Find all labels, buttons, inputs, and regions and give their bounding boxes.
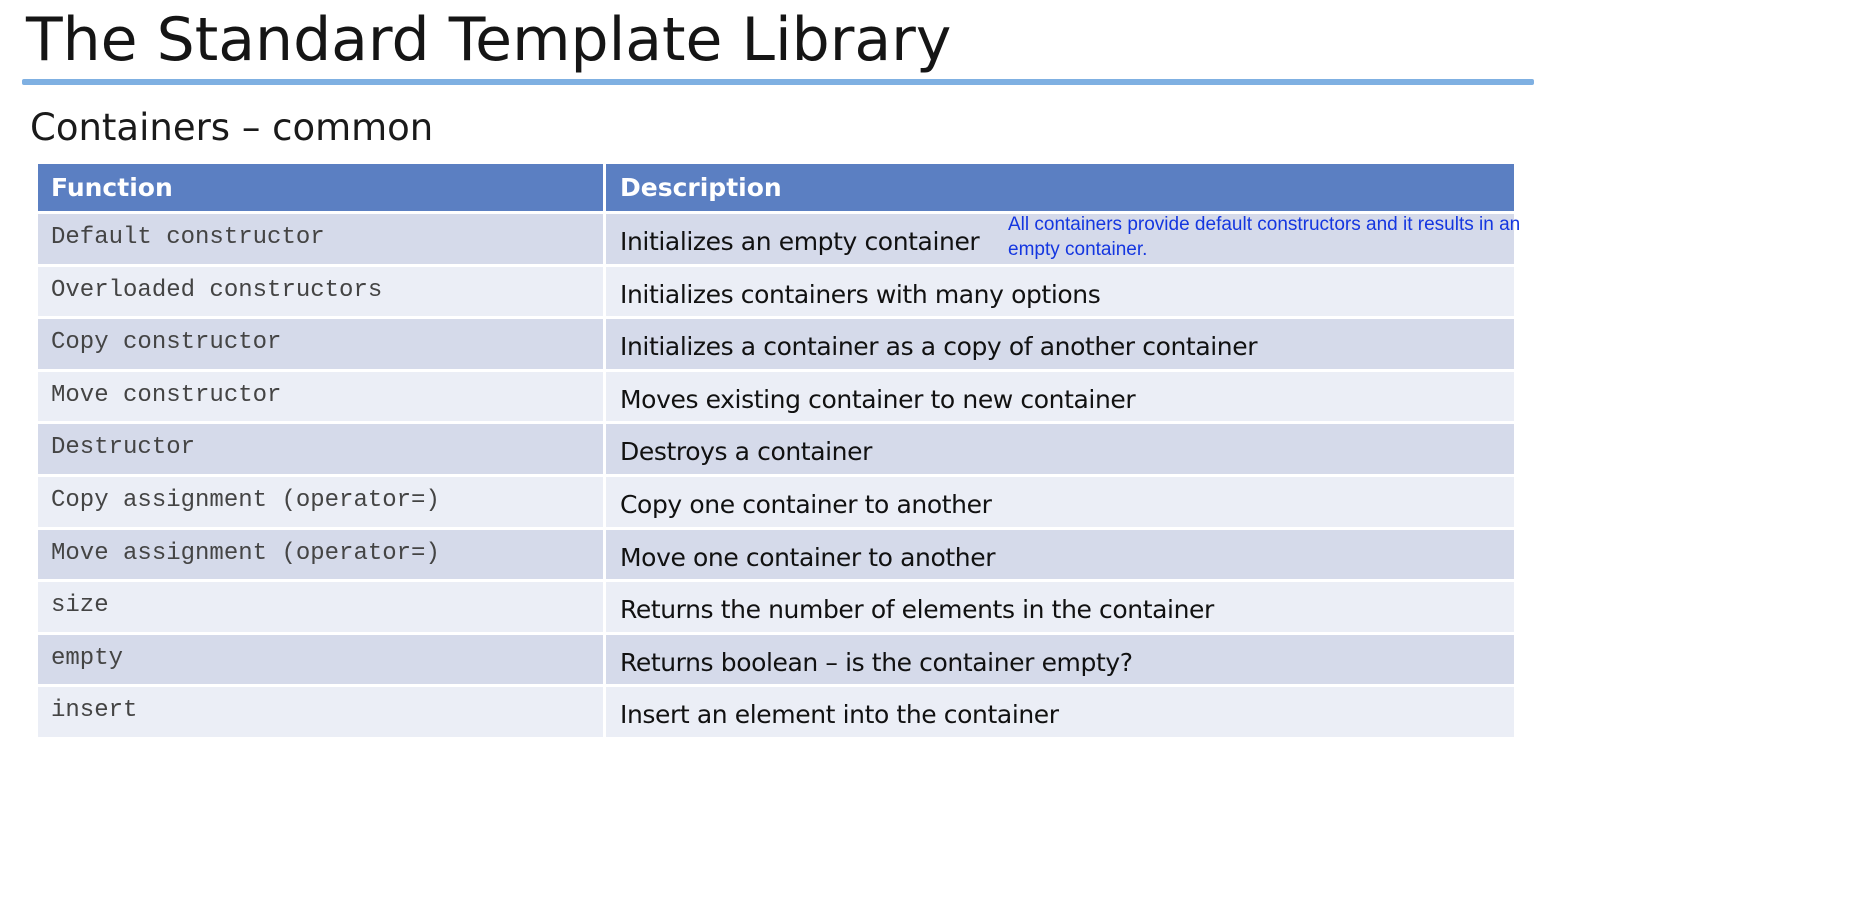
table-row: Copy assignment (operator=) Copy one con… — [38, 476, 1514, 530]
description-cell: Initializes a container as a copy of ano… — [620, 332, 1258, 362]
function-cell: Copy assignment (operator=) — [38, 476, 606, 527]
description-cell: Returns the number of elements in the co… — [620, 595, 1214, 625]
function-cell: insert — [38, 687, 606, 737]
table-header-row: Function Description — [38, 164, 1514, 214]
title-underline — [22, 79, 1534, 85]
function-cell: Copy constructor — [38, 319, 606, 369]
header-function: Function — [38, 164, 606, 211]
description-cell: Copy one container to another — [620, 489, 992, 519]
slide-title: The Standard Template Library — [26, 5, 952, 75]
description-cell: Move one container to another — [620, 542, 996, 572]
function-cell: Overloaded constructors — [38, 266, 606, 317]
description-cell: Moves existing container to new containe… — [620, 384, 1136, 414]
function-cell: Move assignment (operator=) — [38, 529, 606, 580]
description-cell: Initializes containers with many options — [620, 279, 1101, 309]
description-cell: Insert an element into the container — [620, 700, 1059, 730]
annotation-note: All containers provide default construct… — [1008, 214, 1521, 260]
header-description: Description — [620, 172, 782, 202]
table-row: empty Returns boolean – is the container… — [38, 634, 1514, 688]
function-cell: Destructor — [38, 424, 606, 474]
function-cell: size — [38, 582, 606, 632]
table-row: Copy constructor Initializes a container… — [38, 319, 1514, 372]
function-cell: Default constructor — [38, 214, 606, 264]
slide-subtitle: Containers – common — [30, 106, 434, 149]
table-row: insert Insert an element into the contai… — [38, 687, 1514, 740]
table-row: Move assignment (operator=) Move one con… — [38, 529, 1514, 583]
table-row: Move constructor Moves existing containe… — [38, 371, 1514, 425]
function-cell: Move constructor — [38, 371, 606, 422]
description-cell: Returns boolean – is the container empty… — [620, 647, 1133, 677]
table-row: Destructor Destroys a container — [38, 424, 1514, 477]
table-row: Overloaded constructors Initializes cont… — [38, 266, 1514, 320]
table-row: size Returns the number of elements in t… — [38, 582, 1514, 635]
function-cell: empty — [38, 634, 606, 685]
description-cell: Destroys a container — [620, 437, 872, 467]
